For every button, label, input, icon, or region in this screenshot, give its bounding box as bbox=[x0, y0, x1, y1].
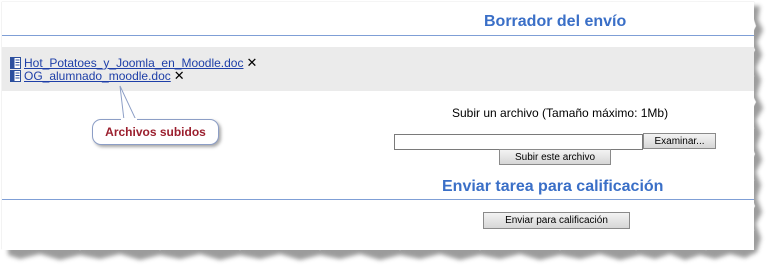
file-path-input[interactable] bbox=[394, 134, 643, 150]
close-x-icon[interactable]: ✕ bbox=[174, 69, 185, 82]
annotation-callout: Archivos subidos bbox=[92, 119, 219, 145]
close-x-icon[interactable]: ✕ bbox=[246, 56, 257, 69]
draft-section-title: Borrador del envío bbox=[484, 13, 627, 30]
file-item: Hot_Potatoes_y_Joomla_en_Moodle.doc ✕ bbox=[10, 56, 257, 70]
callout-joint bbox=[121, 118, 137, 121]
divider bbox=[2, 199, 754, 200]
word-doc-icon bbox=[10, 70, 21, 82]
submission-panel: Borrador del envío Hot_Potatoes_y_Joomla… bbox=[2, 2, 754, 250]
file-link[interactable]: OG_alumnado_moodle.doc bbox=[24, 69, 171, 83]
callout-pointer bbox=[119, 85, 137, 121]
file-link[interactable]: Hot_Potatoes_y_Joomla_en_Moodle.doc bbox=[24, 56, 243, 70]
browse-button[interactable]: Examinar... bbox=[643, 133, 716, 149]
word-doc-icon bbox=[10, 57, 21, 69]
divider bbox=[2, 35, 754, 36]
file-item: OG_alumnado_moodle.doc ✕ bbox=[10, 69, 185, 83]
upload-file-button[interactable]: Subir este archivo bbox=[499, 149, 611, 165]
send-section-title: Enviar tarea para calificación bbox=[442, 178, 664, 195]
upload-label: Subir un archivo (Tamaño máximo: 1Mb) bbox=[452, 106, 669, 120]
submit-for-grading-button[interactable]: Enviar para calificación bbox=[483, 212, 630, 229]
